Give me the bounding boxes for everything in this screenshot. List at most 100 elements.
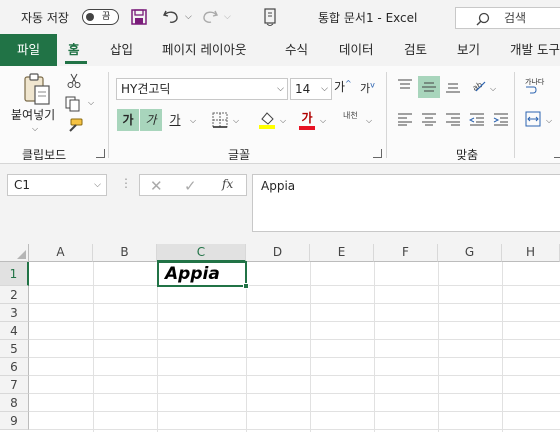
formula-input[interactable]: Appia (252, 174, 560, 232)
increase-indent-icon[interactable] (493, 112, 509, 129)
gridline (29, 375, 560, 376)
gridline (93, 262, 94, 432)
cell-value: Appia (165, 264, 220, 284)
merge-dropdown-icon[interactable]: ⌵ (546, 116, 552, 126)
gridline (29, 285, 560, 286)
autosave-toggle[interactable]: 끔 (82, 9, 119, 25)
shrink-font-label: 가 (360, 82, 371, 95)
copy-icon[interactable] (65, 96, 81, 115)
format-painter-icon[interactable] (65, 118, 83, 137)
row-header[interactable]: 2 (0, 286, 29, 304)
active-tab-indicator (65, 61, 87, 64)
wrap-text-label: 가나다 (525, 78, 545, 86)
tab-review[interactable]: 검토 (404, 34, 427, 66)
group-divider (386, 72, 387, 158)
gridline (29, 393, 560, 394)
column-header[interactable]: G (438, 244, 502, 262)
gridline (29, 429, 560, 430)
chevron-down-icon: ⌵ (94, 180, 101, 190)
clipboard-launcher-icon[interactable] (96, 149, 105, 158)
align-right-icon[interactable] (445, 112, 461, 129)
name-box[interactable]: C1 ⌵ (7, 174, 107, 196)
title-bar: 자동 저장 끔 ⌵ ⌵ 통합 문서1 - Excel 검색 (0, 0, 560, 34)
insert-function-button[interactable]: fx (222, 177, 233, 191)
tab-file[interactable]: 파일 (0, 34, 57, 66)
row-header[interactable]: 7 (0, 376, 29, 394)
column-header[interactable]: E (310, 244, 374, 262)
tab-developer[interactable]: 개발 도구 (510, 34, 560, 66)
underline-dropdown-icon[interactable]: ⌵ (190, 116, 196, 126)
borders-icon[interactable] (212, 112, 228, 131)
undo-dropdown-icon[interactable]: ⌵ (185, 0, 192, 34)
shrink-font-button[interactable]: 가v (360, 80, 375, 96)
row-header[interactable]: 6 (0, 358, 29, 376)
align-top-icon[interactable] (397, 79, 413, 96)
orientation-dropdown-icon[interactable]: ⌵ (490, 84, 496, 94)
worksheet-grid[interactable] (0, 244, 560, 432)
cut-icon[interactable] (67, 73, 81, 92)
align-middle-button[interactable] (418, 76, 440, 98)
fill-handle[interactable] (243, 283, 249, 289)
fill-color-icon[interactable] (258, 110, 276, 133)
column-header[interactable]: H (502, 244, 560, 262)
toggle-knob (86, 13, 94, 21)
formula-bar-grip-icon[interactable]: ⋮ (120, 176, 132, 190)
tab-formulas[interactable]: 수식 (285, 34, 308, 66)
row-header-selected[interactable]: 1 (0, 262, 29, 286)
document-title: 통합 문서1 - Excel (318, 10, 418, 25)
column-header[interactable]: F (374, 244, 438, 262)
tab-page-layout[interactable]: 페이지 레이아웃 (162, 34, 246, 66)
orientation-icon[interactable]: ab (470, 76, 488, 97)
chevron-down-icon: ⌵ (321, 84, 328, 94)
undo-icon[interactable] (162, 0, 180, 34)
column-header[interactable]: A (29, 244, 93, 262)
wrap-text-button[interactable]: 가나다 (525, 78, 547, 96)
align-left-icon[interactable] (397, 112, 413, 129)
underline-button[interactable]: 가 (164, 109, 186, 131)
tab-view[interactable]: 보기 (457, 34, 480, 66)
font-launcher-icon[interactable] (373, 149, 382, 158)
align-bottom-icon[interactable] (445, 79, 461, 96)
tab-data[interactable]: 데이터 (339, 34, 374, 66)
fill-color-dropdown-icon[interactable]: ⌵ (280, 116, 286, 126)
align-center-icon[interactable] (421, 112, 437, 129)
paste-label[interactable]: 붙여넣기 (11, 106, 55, 123)
save-icon[interactable] (131, 0, 147, 34)
decrease-indent-icon[interactable] (468, 112, 485, 129)
copy-dropdown-icon[interactable]: ⌵ (88, 98, 94, 108)
active-cell-c1[interactable]: Appia (157, 261, 249, 289)
chevron-down-icon: ⌵ (277, 84, 284, 94)
borders-dropdown-icon[interactable]: ⌵ (233, 116, 239, 126)
italic-button[interactable]: 가 (140, 109, 162, 131)
merge-center-icon[interactable] (525, 111, 541, 130)
row-header[interactable]: 9 (0, 412, 29, 430)
phonetic-guide-button[interactable]: 내천 (343, 110, 358, 121)
column-header[interactable]: B (93, 244, 157, 262)
font-size-select[interactable]: 14 ⌵ (290, 78, 332, 100)
search-input[interactable]: 검색 (455, 7, 560, 29)
paste-dropdown-icon[interactable]: ⌵ (32, 124, 38, 134)
font-name-select[interactable]: HY견고딕 ⌵ (116, 78, 288, 100)
column-header[interactable]: D (246, 244, 310, 262)
font-color-dropdown-icon[interactable]: ⌵ (320, 116, 326, 126)
font-group-label: 글꼴 (228, 148, 251, 162)
row-header[interactable]: 3 (0, 304, 29, 322)
bold-button[interactable]: 가 (117, 109, 139, 131)
row-header[interactable]: 5 (0, 340, 29, 358)
autosave-state: 끔 (102, 12, 111, 22)
paste-icon[interactable] (22, 72, 52, 109)
gridline (438, 262, 439, 432)
tab-insert[interactable]: 삽입 (110, 34, 133, 66)
font-color-bar (299, 126, 315, 130)
row-header[interactable]: 4 (0, 322, 29, 340)
select-all-button[interactable] (0, 244, 29, 262)
phonetic-dropdown-icon[interactable]: ⌵ (366, 116, 372, 126)
row-header[interactable]: 8 (0, 394, 29, 412)
alignment-group-label: 맞춤 (456, 148, 479, 162)
customize-qat-icon[interactable] (263, 0, 277, 34)
grow-font-button[interactable]: 가^ (334, 78, 352, 95)
column-header-selected[interactable]: C (157, 244, 246, 262)
font-color-button[interactable]: 가 (298, 109, 316, 130)
font-size-value: 14 (295, 82, 311, 96)
alignment-launcher-icon[interactable] (554, 149, 560, 158)
